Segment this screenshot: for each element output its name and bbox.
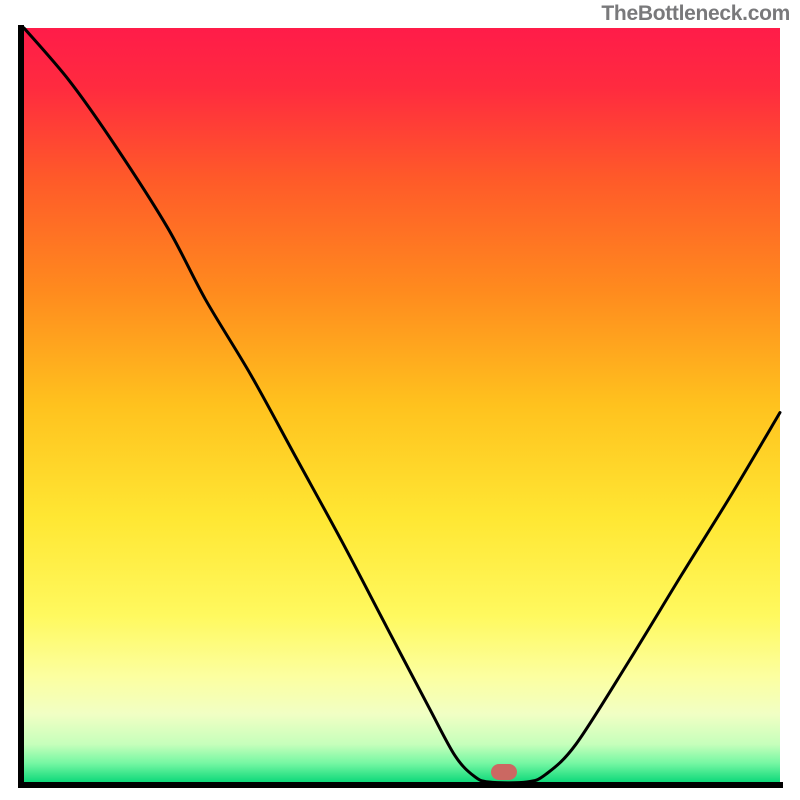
minimum-marker	[491, 764, 517, 780]
attribution-label: TheBottleneck.com	[601, 2, 790, 26]
chart-container: TheBottleneck.com	[0, 0, 800, 800]
plot-area	[18, 28, 780, 788]
axes	[18, 28, 780, 788]
